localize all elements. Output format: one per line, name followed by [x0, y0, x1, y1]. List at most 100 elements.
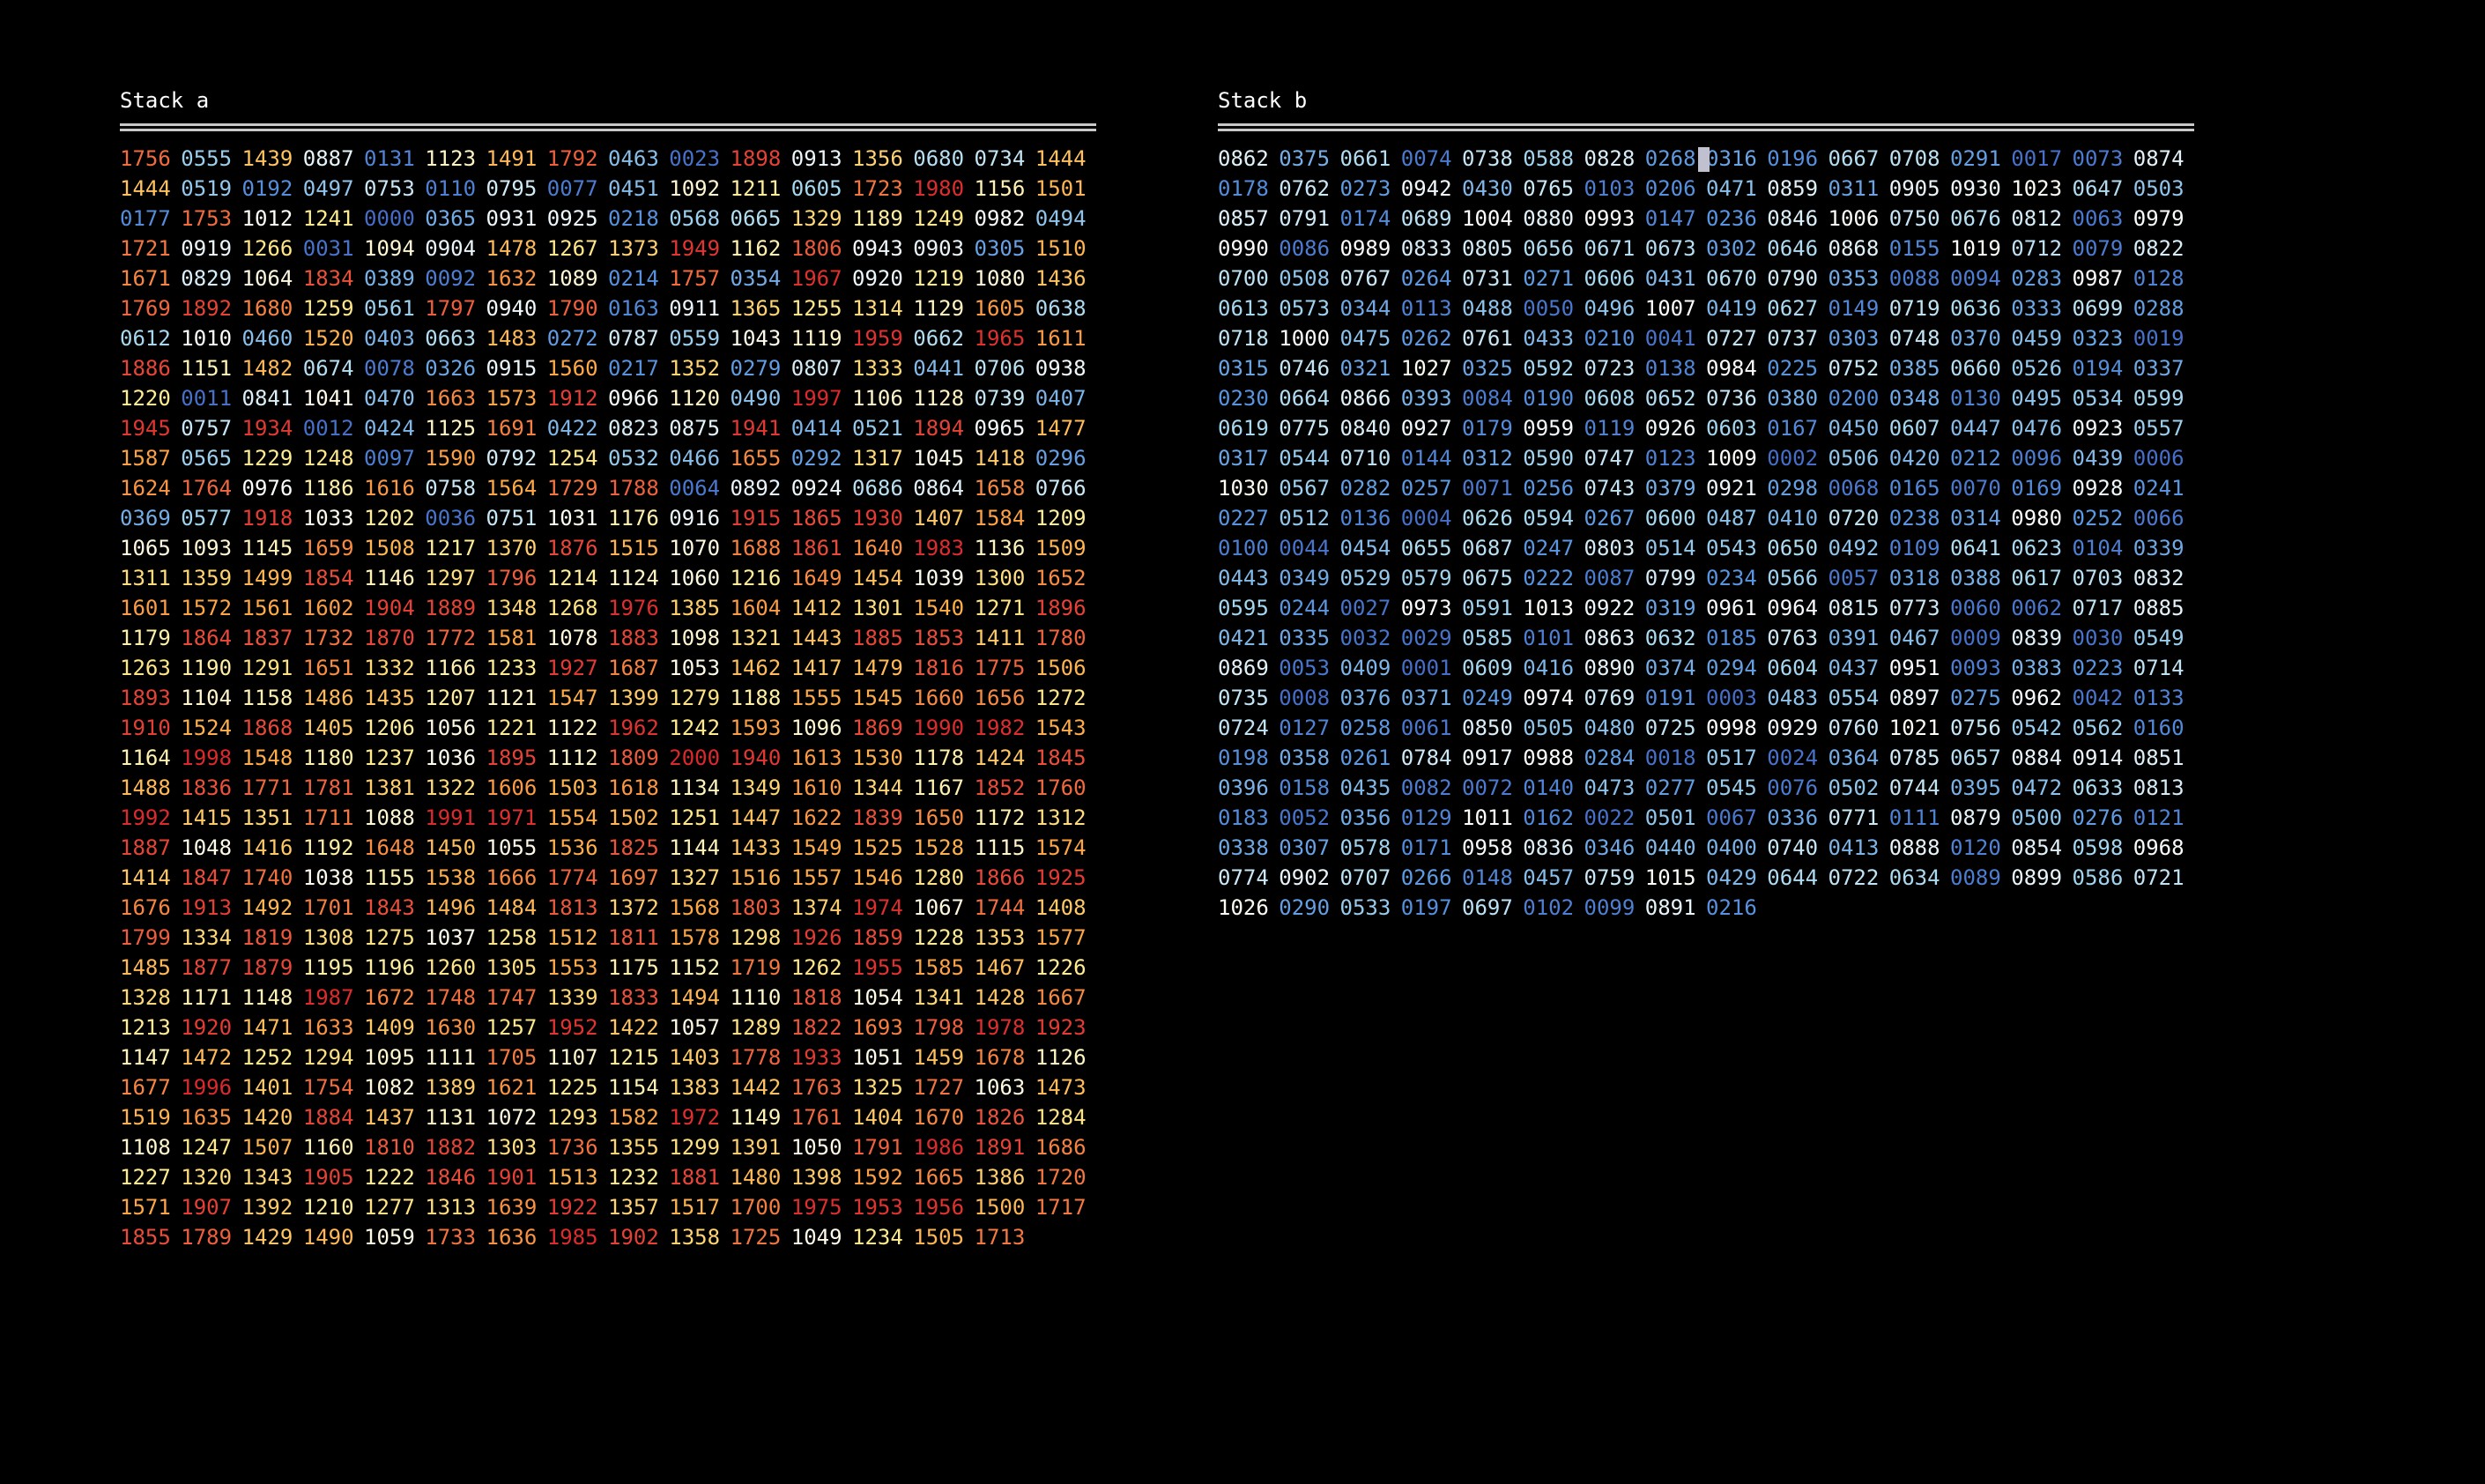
stack-value: 1877 [181, 955, 233, 980]
stack-value: 1149 [730, 1105, 782, 1130]
stack-value: 0344 [1339, 296, 1391, 321]
stack-value: 1195 [302, 955, 354, 980]
stack-value: 0636 [1950, 296, 2001, 321]
stack-value: 1011 [1462, 805, 1513, 830]
stack-value: 1408 [1035, 895, 1087, 920]
stack-value: 1038 [302, 865, 354, 890]
stack-value: 1891 [974, 1135, 1026, 1160]
stack-value: 1056 [425, 716, 477, 740]
stack-value: 0339 [2133, 536, 2185, 560]
stack-value: 1416 [241, 835, 293, 860]
stack-value: 1636 [486, 1225, 538, 1250]
stack-value: 1404 [852, 1105, 903, 1130]
stack-value: 1904 [364, 596, 415, 620]
stack-value: 1249 [913, 206, 965, 231]
stack-value: 0573 [1279, 296, 1331, 321]
stack-value: 0123 [1644, 446, 1696, 471]
stack-value: 0277 [1644, 775, 1696, 800]
stack-value: 0155 [1888, 236, 1940, 261]
stack-value: 1538 [425, 865, 477, 890]
stack-value: 0919 [181, 236, 233, 261]
stack-value: 0183 [1218, 805, 1269, 830]
stack-value: 1494 [669, 985, 721, 1010]
stack-value: 1864 [181, 626, 233, 650]
stack-value: 0092 [425, 266, 477, 291]
stack-value: 1581 [486, 626, 538, 650]
stack-value: 1190 [181, 656, 233, 680]
stack-value: 1753 [181, 206, 233, 231]
stack-value: 0353 [1828, 266, 1880, 291]
stack-value: 1478 [486, 236, 538, 261]
stack-value: 0144 [1400, 446, 1452, 471]
stack-value: 1922 [546, 1195, 598, 1220]
stack-value: 2000 [669, 746, 721, 770]
stack-value: 0325 [1462, 356, 1513, 381]
stack-value: 1997 [790, 386, 842, 411]
stack-value: 0719 [1888, 296, 1940, 321]
stack-value: 0879 [1950, 805, 2001, 830]
stack-value: 1341 [913, 985, 965, 1010]
stack-value: 0179 [1462, 416, 1513, 441]
stack-value: 1901 [486, 1165, 538, 1190]
stack-value: 0463 [608, 146, 659, 171]
stack-value: 1349 [730, 775, 782, 800]
stack-value: 0710 [1339, 446, 1391, 471]
stack-value: 0585 [1462, 626, 1513, 650]
stack-value: 0707 [1339, 865, 1391, 890]
stack-value: 0588 [1523, 146, 1575, 171]
stack-value: 0234 [1706, 566, 1757, 590]
stack-value: 1605 [974, 296, 1026, 321]
stack-value: 0191 [1644, 686, 1696, 710]
stack-value: 0566 [1767, 566, 1819, 590]
stack-value: 0292 [790, 446, 842, 471]
stack-value: 0480 [1584, 716, 1636, 740]
stack-value: 1268 [546, 596, 598, 620]
stack-value: 0951 [1888, 656, 1940, 680]
stack-value: 1584 [974, 506, 1026, 531]
stack-value: 0244 [1279, 596, 1331, 620]
stack-value: 1171 [181, 985, 233, 1010]
stack-value: 1719 [730, 955, 782, 980]
stack-b-divider [1218, 123, 2194, 131]
stack-value: 0712 [2011, 236, 2063, 261]
stack-a-panel: Stack a 1756 0555 1439 0887 0131 1123 1491 1792… [120, 86, 1096, 1252]
stack-value: 0131 [364, 146, 415, 171]
stack-value: 1221 [486, 716, 538, 740]
stack-value: 1833 [608, 985, 659, 1010]
stack-value: 0294 [1706, 656, 1757, 680]
stack-value: 1209 [1035, 506, 1087, 531]
stack-value: 0419 [1706, 296, 1757, 321]
stack-value: 0561 [364, 296, 415, 321]
stack-value: 1705 [486, 1045, 538, 1070]
stack-value: 1120 [669, 386, 721, 411]
stack-value: 1220 [120, 386, 171, 411]
stack-value: 1467 [974, 955, 1026, 980]
stack-value: 1152 [669, 955, 721, 980]
stack-value: 1429 [241, 1225, 293, 1250]
stack-value: 1546 [852, 865, 903, 890]
stack-value: 0859 [1767, 176, 1819, 201]
stack-value: 0599 [2133, 386, 2185, 411]
stack-value: 1488 [120, 775, 171, 800]
stack-value: 1912 [546, 386, 598, 411]
stack-value: 1962 [608, 716, 659, 740]
stack-value: 0727 [1706, 326, 1757, 351]
stack-value: 0393 [1400, 386, 1452, 411]
stack-value: 0723 [1584, 356, 1636, 381]
stack-value: 0761 [1462, 326, 1513, 351]
stack-value: 0734 [974, 146, 1026, 171]
stack-value: 0450 [1828, 416, 1880, 441]
stack-value: 1247 [181, 1135, 233, 1160]
stack-value: 0579 [1400, 566, 1452, 590]
stack-value: 1164 [120, 746, 171, 770]
stack-value: 1166 [425, 656, 477, 680]
stack-value: 0554 [1828, 686, 1880, 710]
stack-value: 1418 [974, 446, 1026, 471]
stack-value: 0483 [1767, 686, 1819, 710]
stack-value: 0938 [1035, 356, 1087, 381]
stack-value: 0521 [852, 416, 903, 441]
stack-value: 1303 [486, 1135, 538, 1160]
stack-value: 1314 [852, 296, 903, 321]
stack-value: 0086 [1279, 236, 1331, 261]
stack-value: 0041 [1644, 326, 1696, 351]
